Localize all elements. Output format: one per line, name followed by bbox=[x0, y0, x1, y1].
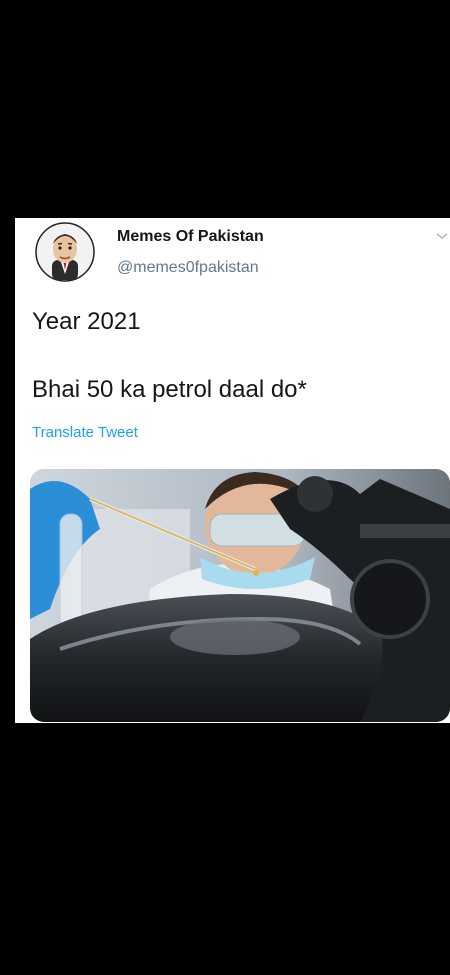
mr-bean-avatar-icon bbox=[35, 222, 95, 282]
tweet-text-line: Bhai 50 ka petrol daal do* bbox=[32, 376, 307, 403]
display-name[interactable]: Memes Of Pakistan bbox=[117, 228, 264, 246]
tweet-text-line: Year 2021 bbox=[32, 308, 141, 335]
avatar[interactable] bbox=[35, 222, 95, 282]
tweet-media-image[interactable] bbox=[30, 469, 450, 722]
tweet-card[interactable]: Memes Of Pakistan @memes0fpakistan Year … bbox=[15, 218, 450, 723]
scientist-dropping-fuel-into-motorcycle-tank-image-icon bbox=[30, 469, 450, 722]
user-handle[interactable]: @memes0fpakistan bbox=[117, 259, 259, 277]
chevron-down-icon[interactable] bbox=[434, 228, 450, 244]
translate-tweet-link[interactable]: Translate Tweet bbox=[32, 424, 138, 441]
